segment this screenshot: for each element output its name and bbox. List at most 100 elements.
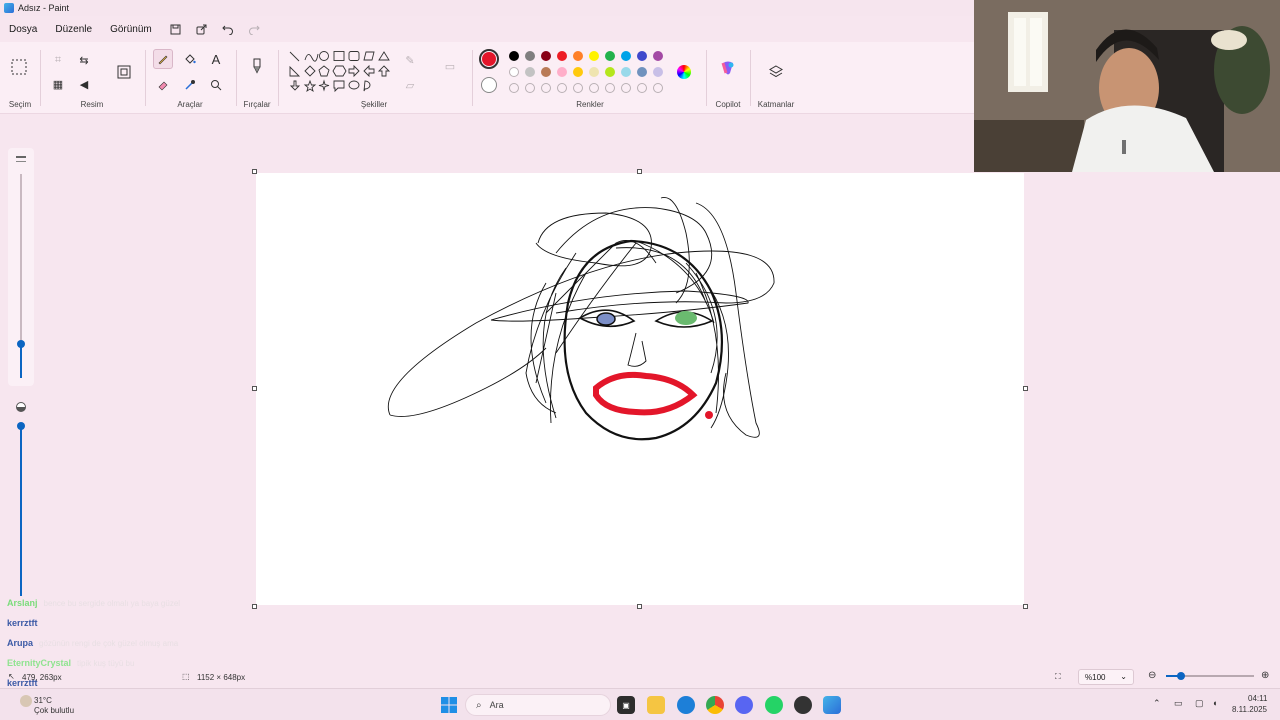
palette-swatch[interactable] (605, 67, 615, 77)
brush-icon[interactable] (247, 56, 267, 76)
colors-group-label: Renkler (576, 100, 604, 109)
custom-color-slot[interactable] (557, 83, 567, 93)
custom-color-slot[interactable] (541, 83, 551, 93)
zoom-thumb[interactable] (1177, 672, 1185, 680)
image-select-icon[interactable] (114, 62, 134, 82)
shape-fill-icon[interactable]: ▱ (400, 75, 420, 95)
select-rectangle-icon[interactable] (9, 56, 29, 78)
magnifier-icon[interactable] (206, 75, 226, 95)
fill-bucket-icon[interactable] (180, 49, 200, 69)
zoom-slider[interactable] (1166, 672, 1254, 680)
image-group-label: Resim (80, 100, 104, 109)
flip-icon[interactable]: ◀ (74, 74, 94, 94)
custom-color-slot[interactable] (653, 83, 663, 93)
crop-icon[interactable]: ⌗ (48, 50, 68, 70)
canvas-handle-tl[interactable] (252, 169, 257, 174)
palette-swatch[interactable] (525, 67, 535, 77)
palette-swatch[interactable] (557, 67, 567, 77)
palette-swatch[interactable] (573, 67, 583, 77)
canvas-handle-top[interactable] (637, 169, 642, 174)
task-view-icon[interactable]: ▣ (617, 696, 635, 714)
custom-color-slot[interactable] (621, 83, 631, 93)
canvas-handle-br[interactable] (1023, 604, 1028, 609)
chrome-icon[interactable] (706, 696, 724, 714)
resize-icon[interactable]: ▦ (48, 74, 68, 94)
primary-color-swatch[interactable] (479, 49, 499, 69)
discord-icon[interactable] (735, 696, 753, 714)
canvas-handle-right[interactable] (1023, 386, 1028, 391)
canvas-handle-left[interactable] (252, 386, 257, 391)
layers-icon[interactable] (766, 62, 786, 82)
edge-icon[interactable] (677, 696, 695, 714)
menu-file[interactable]: Dosya (0, 24, 46, 35)
primary-color-dot (482, 52, 496, 66)
zoom-select[interactable]: %100 ⌄ (1078, 669, 1134, 685)
palette-swatch[interactable] (541, 67, 551, 77)
custom-color-slot[interactable] (509, 83, 519, 93)
menu-bar: Dosya Düzenle Görünüm (0, 17, 974, 41)
tray-chevron-up-icon[interactable]: ⌃ (1153, 698, 1161, 709)
chat-message: EternityCrystal tipik kuş tüyü bu (7, 653, 267, 673)
palette-swatch[interactable] (573, 51, 583, 61)
shape-size-icon[interactable]: ▭ (440, 56, 460, 76)
fit-to-window-icon[interactable]: ⛶ (1055, 672, 1061, 682)
palette-swatch[interactable] (605, 51, 615, 61)
zoom-out-icon[interactable]: ⊖ (1148, 670, 1156, 681)
palette-swatch[interactable] (557, 51, 567, 61)
menu-view[interactable]: Görünüm (101, 24, 161, 35)
search-placeholder: Ara (489, 700, 504, 710)
menu-edit[interactable]: Düzenle (46, 24, 101, 35)
palette-swatch[interactable] (653, 51, 663, 61)
brush-size-thumb[interactable] (17, 340, 25, 348)
text-tool-icon[interactable]: A (206, 49, 226, 69)
custom-color-slot[interactable] (637, 83, 647, 93)
shape-outline-icon[interactable]: ✎ (400, 50, 420, 70)
custom-color-slot[interactable] (573, 83, 583, 93)
palette-swatch[interactable] (589, 51, 599, 61)
edit-colors-icon[interactable] (677, 65, 691, 79)
secondary-color-swatch[interactable] (481, 77, 497, 93)
file-explorer-icon[interactable] (647, 696, 665, 714)
shapes-gallery[interactable] (288, 50, 396, 100)
weather-desc: Çok bulutlu (34, 706, 75, 715)
palette-swatch[interactable] (525, 51, 535, 61)
tools-group: A Araçlar (148, 42, 232, 114)
palette-swatch[interactable] (637, 51, 647, 61)
palette-swatch[interactable] (509, 51, 519, 61)
taskbar-search[interactable]: ⌕ Ara (465, 694, 611, 716)
palette-swatch[interactable] (621, 51, 631, 61)
weather-icon[interactable] (20, 695, 32, 707)
palette-swatch[interactable] (589, 67, 599, 77)
paint-taskbar-icon[interactable] (823, 696, 841, 714)
palette-swatch[interactable] (621, 67, 631, 77)
palette-swatch[interactable] (541, 51, 551, 61)
custom-color-slot[interactable] (605, 83, 615, 93)
obs-icon[interactable] (794, 696, 812, 714)
opacity-thumb[interactable] (17, 422, 25, 430)
palette-swatch[interactable] (637, 67, 647, 77)
window-title: Adsız - Paint (18, 3, 70, 13)
network-icon[interactable]: ▭ (1174, 698, 1183, 709)
redo-icon[interactable] (243, 19, 265, 39)
windows-start-icon[interactable] (440, 696, 458, 714)
save-icon[interactable] (165, 19, 187, 39)
color-picker-icon[interactable] (180, 75, 200, 95)
custom-color-slot[interactable] (525, 83, 535, 93)
drawing-canvas[interactable] (256, 173, 1024, 605)
custom-color-slot[interactable] (589, 83, 599, 93)
canvas-handle-bottom[interactable] (637, 604, 642, 609)
selection-group: Seçim (0, 42, 40, 114)
whatsapp-icon[interactable] (765, 696, 783, 714)
copilot-icon[interactable] (718, 58, 738, 78)
eraser-icon[interactable] (153, 75, 173, 95)
tools-group-label: Araçlar (177, 100, 203, 109)
display-icon[interactable]: ▢ (1195, 698, 1204, 709)
undo-icon[interactable] (217, 19, 239, 39)
palette-swatch[interactable] (653, 67, 663, 77)
share-icon[interactable] (191, 19, 213, 39)
palette-swatch[interactable] (509, 67, 519, 77)
rotate-icon[interactable]: ⇆ (74, 50, 94, 70)
zoom-in-icon[interactable]: ⊕ (1261, 670, 1269, 681)
pencil-icon[interactable] (153, 49, 173, 69)
volume-icon[interactable]: ◖ (1212, 698, 1217, 708)
